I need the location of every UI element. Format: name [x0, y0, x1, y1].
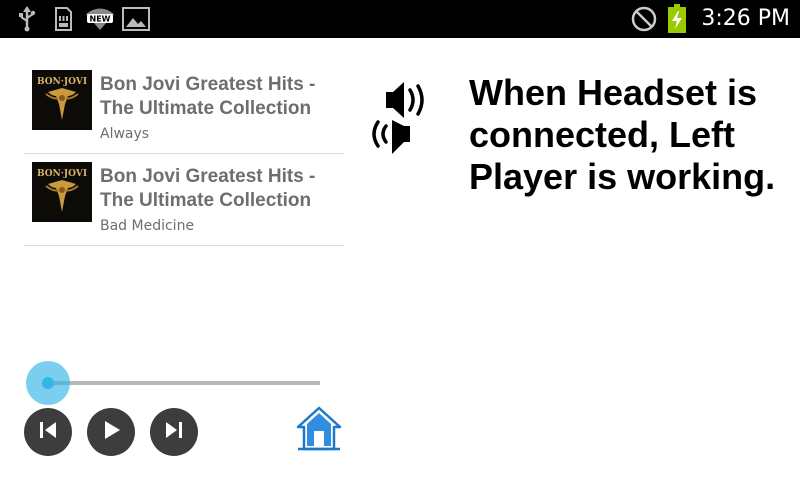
- gallery-icon: [120, 6, 152, 32]
- previous-button[interactable]: [24, 408, 72, 456]
- status-bar: NEW 3:26 PM: [0, 0, 800, 38]
- album-art-text: BON·JOVI: [37, 77, 87, 87]
- previous-icon: [37, 419, 59, 445]
- speaker-icon: [368, 78, 434, 160]
- album-art-text: BON·JOVI: [37, 169, 87, 179]
- home-icon: [296, 405, 342, 455]
- album-art: BON·JOVI: [32, 70, 92, 130]
- do-not-disturb-icon: [630, 6, 658, 32]
- next-button[interactable]: [150, 408, 198, 456]
- home-button[interactable]: [295, 406, 343, 454]
- song-album: Bon Jovi Greatest Hits - The Ultimate Co…: [100, 166, 316, 211]
- seek-bar-track[interactable]: [48, 381, 320, 385]
- next-icon: [163, 419, 185, 445]
- sd-card-icon: [52, 6, 74, 32]
- play-icon: [100, 419, 122, 445]
- song-album: Bon Jovi Greatest Hits - The Ultimate Co…: [100, 74, 316, 119]
- song-title: Bad Medicine: [100, 218, 195, 234]
- play-button[interactable]: [87, 408, 135, 456]
- seek-bar-thumb[interactable]: [42, 377, 54, 389]
- song-item[interactable]: BON·JOVI Bon Jovi Greatest Hits - The Ul…: [24, 154, 344, 246]
- status-time: 3:26 PM: [701, 6, 790, 31]
- song-item[interactable]: BON·JOVI Bon Jovi Greatest Hits - The Ul…: [24, 62, 344, 154]
- new-wifi-icon: NEW: [84, 6, 116, 32]
- song-list: BON·JOVI Bon Jovi Greatest Hits - The Ul…: [24, 62, 344, 246]
- headset-message: When Headset is connected, Left Player i…: [469, 72, 776, 197]
- song-title: Always: [100, 126, 150, 142]
- battery-charging-icon: [666, 4, 688, 34]
- album-art: BON·JOVI: [32, 162, 92, 222]
- new-badge: NEW: [90, 15, 111, 24]
- usb-icon: [16, 6, 38, 32]
